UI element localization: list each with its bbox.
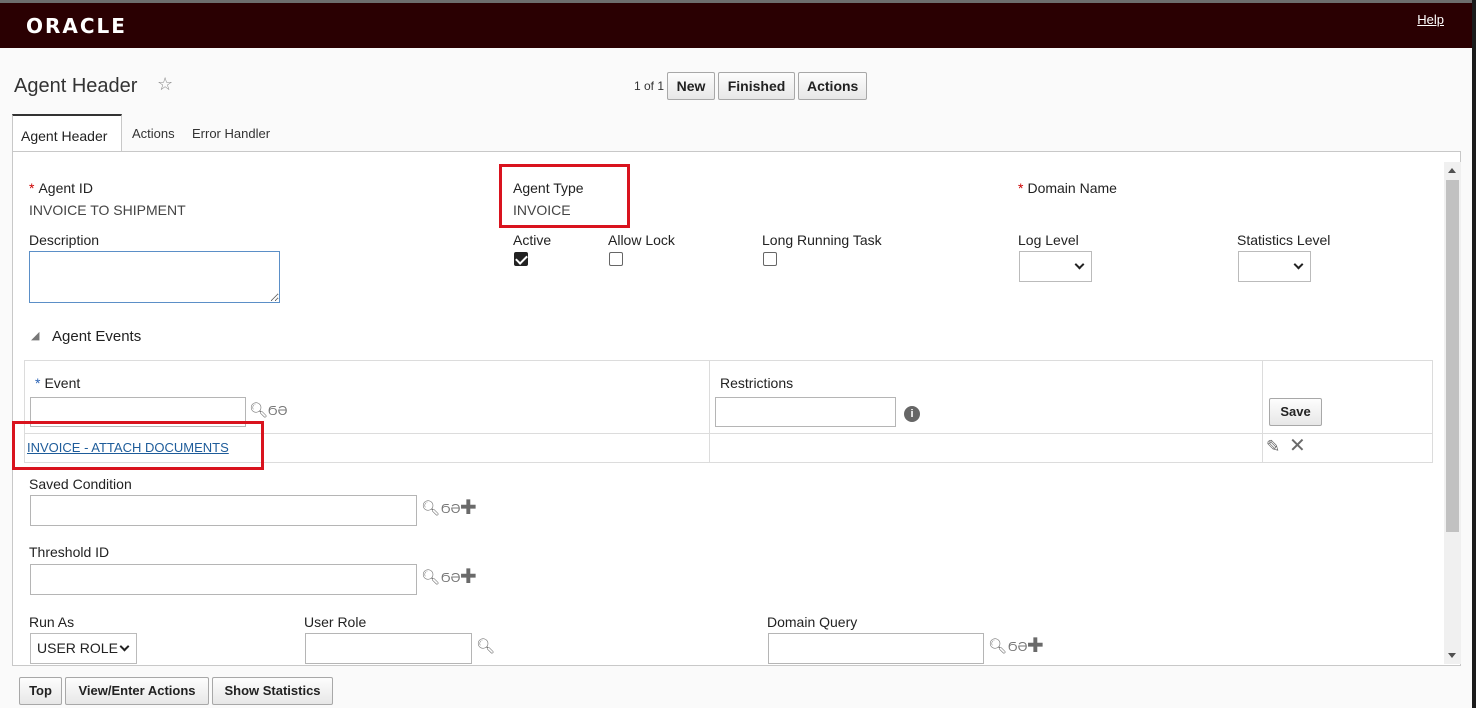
- event-link-invoice-attach-documents[interactable]: INVOICE - ATTACH DOCUMENTS: [27, 440, 229, 455]
- run-as-select[interactable]: USER ROLE: [30, 633, 137, 664]
- required-marker: *: [1018, 180, 1024, 196]
- help-link[interactable]: Help: [1417, 12, 1444, 27]
- column-divider: [709, 361, 710, 462]
- description-textarea[interactable]: [29, 251, 280, 303]
- required-marker: *: [35, 375, 41, 391]
- threshold-id-input[interactable]: [30, 564, 417, 595]
- chevron-down-icon: [119, 641, 130, 652]
- chevron-down-icon: [1074, 259, 1085, 270]
- tab-actions[interactable]: Actions: [132, 114, 175, 152]
- domain-query-input[interactable]: [768, 633, 984, 664]
- show-statistics-button[interactable]: Show Statistics: [212, 677, 333, 705]
- new-button[interactable]: New: [667, 72, 715, 100]
- search-icon[interactable]: 🔍︎: [988, 639, 1007, 654]
- statistics-level-label: Statistics Level: [1237, 232, 1331, 248]
- view-details-icon[interactable]: ϬƏ: [441, 502, 460, 515]
- top-button[interactable]: Top: [19, 677, 62, 705]
- threshold-id-label: Threshold ID: [29, 544, 110, 560]
- vertical-scrollbar[interactable]: [1444, 162, 1461, 664]
- long-running-task-label: Long Running Task: [762, 232, 882, 248]
- oracle-logo: ORACLE: [26, 14, 127, 38]
- agent-id-label: * Agent ID: [29, 180, 93, 196]
- page-title: Agent Header: [14, 75, 138, 97]
- user-role-label: User Role: [304, 614, 367, 630]
- statistics-level-select[interactable]: [1238, 251, 1311, 282]
- domain-query-label: Domain Query: [767, 614, 858, 630]
- domain-name-label: * Domain Name: [1018, 180, 1117, 196]
- event-column-header: * Event: [35, 375, 81, 391]
- long-running-task-checkbox[interactable]: [763, 252, 777, 266]
- allow-lock-label: Allow Lock: [608, 232, 675, 248]
- agent-events-header[interactable]: Agent Events: [52, 328, 141, 345]
- add-plus-icon[interactable]: ✚: [460, 567, 477, 587]
- event-filter-input[interactable]: [30, 397, 246, 427]
- allow-lock-checkbox[interactable]: [609, 252, 623, 266]
- record-pager: 1 of 1: [634, 79, 665, 93]
- saved-condition-label: Saved Condition: [29, 476, 132, 492]
- favorite-star-icon[interactable]: ☆: [157, 74, 173, 95]
- add-plus-icon[interactable]: ✚: [460, 498, 477, 518]
- column-divider: [1262, 361, 1263, 462]
- edit-pencil-icon[interactable]: ✎: [1266, 438, 1280, 455]
- view-details-icon[interactable]: ϬƏ: [441, 571, 460, 584]
- agent-id-value: INVOICE TO SHIPMENT: [29, 202, 186, 218]
- window-edge: [1472, 0, 1476, 708]
- active-checkbox[interactable]: [514, 252, 528, 266]
- top-bar: ORACLE Help: [0, 0, 1476, 48]
- delete-x-icon[interactable]: ✕: [1289, 436, 1306, 456]
- chevron-down-icon: [1293, 259, 1304, 270]
- description-label: Description: [29, 232, 100, 248]
- add-plus-icon[interactable]: ✚: [1027, 636, 1044, 656]
- save-button[interactable]: Save: [1269, 398, 1322, 426]
- view-enter-actions-button[interactable]: View/Enter Actions: [65, 677, 209, 705]
- restrictions-column-header: Restrictions: [720, 375, 794, 391]
- view-details-icon[interactable]: ϬƏ: [268, 404, 287, 417]
- scroll-down-icon[interactable]: [1448, 653, 1456, 658]
- view-details-icon[interactable]: ϬƏ: [1008, 640, 1027, 653]
- run-as-label: Run As: [29, 614, 75, 630]
- restrictions-filter-input[interactable]: [715, 397, 896, 427]
- finished-button[interactable]: Finished: [718, 72, 795, 100]
- scrollbar-thumb[interactable]: [1446, 180, 1459, 532]
- search-icon[interactable]: 🔍︎: [476, 639, 495, 654]
- scroll-up-icon[interactable]: [1448, 168, 1456, 173]
- search-icon[interactable]: 🔍︎: [421, 570, 440, 585]
- log-level-label: Log Level: [1018, 232, 1079, 248]
- agent-type-label: Agent Type: [513, 180, 584, 196]
- required-marker: *: [29, 180, 35, 196]
- tab-agent-header[interactable]: Agent Header: [12, 114, 122, 152]
- log-level-select[interactable]: [1019, 251, 1092, 282]
- tab-error-handler[interactable]: Error Handler: [192, 114, 270, 152]
- agent-type-value: INVOICE: [513, 202, 571, 218]
- actions-button[interactable]: Actions: [798, 72, 867, 100]
- saved-condition-input[interactable]: [30, 495, 417, 526]
- search-icon[interactable]: 🔍︎: [421, 501, 440, 516]
- user-role-input[interactable]: [305, 633, 472, 664]
- info-icon[interactable]: i: [904, 406, 920, 422]
- active-label: Active: [513, 232, 552, 248]
- collapse-triangle-icon[interactable]: ◢: [31, 331, 39, 342]
- search-icon[interactable]: 🔍︎: [249, 403, 268, 418]
- row-divider: [25, 433, 1432, 434]
